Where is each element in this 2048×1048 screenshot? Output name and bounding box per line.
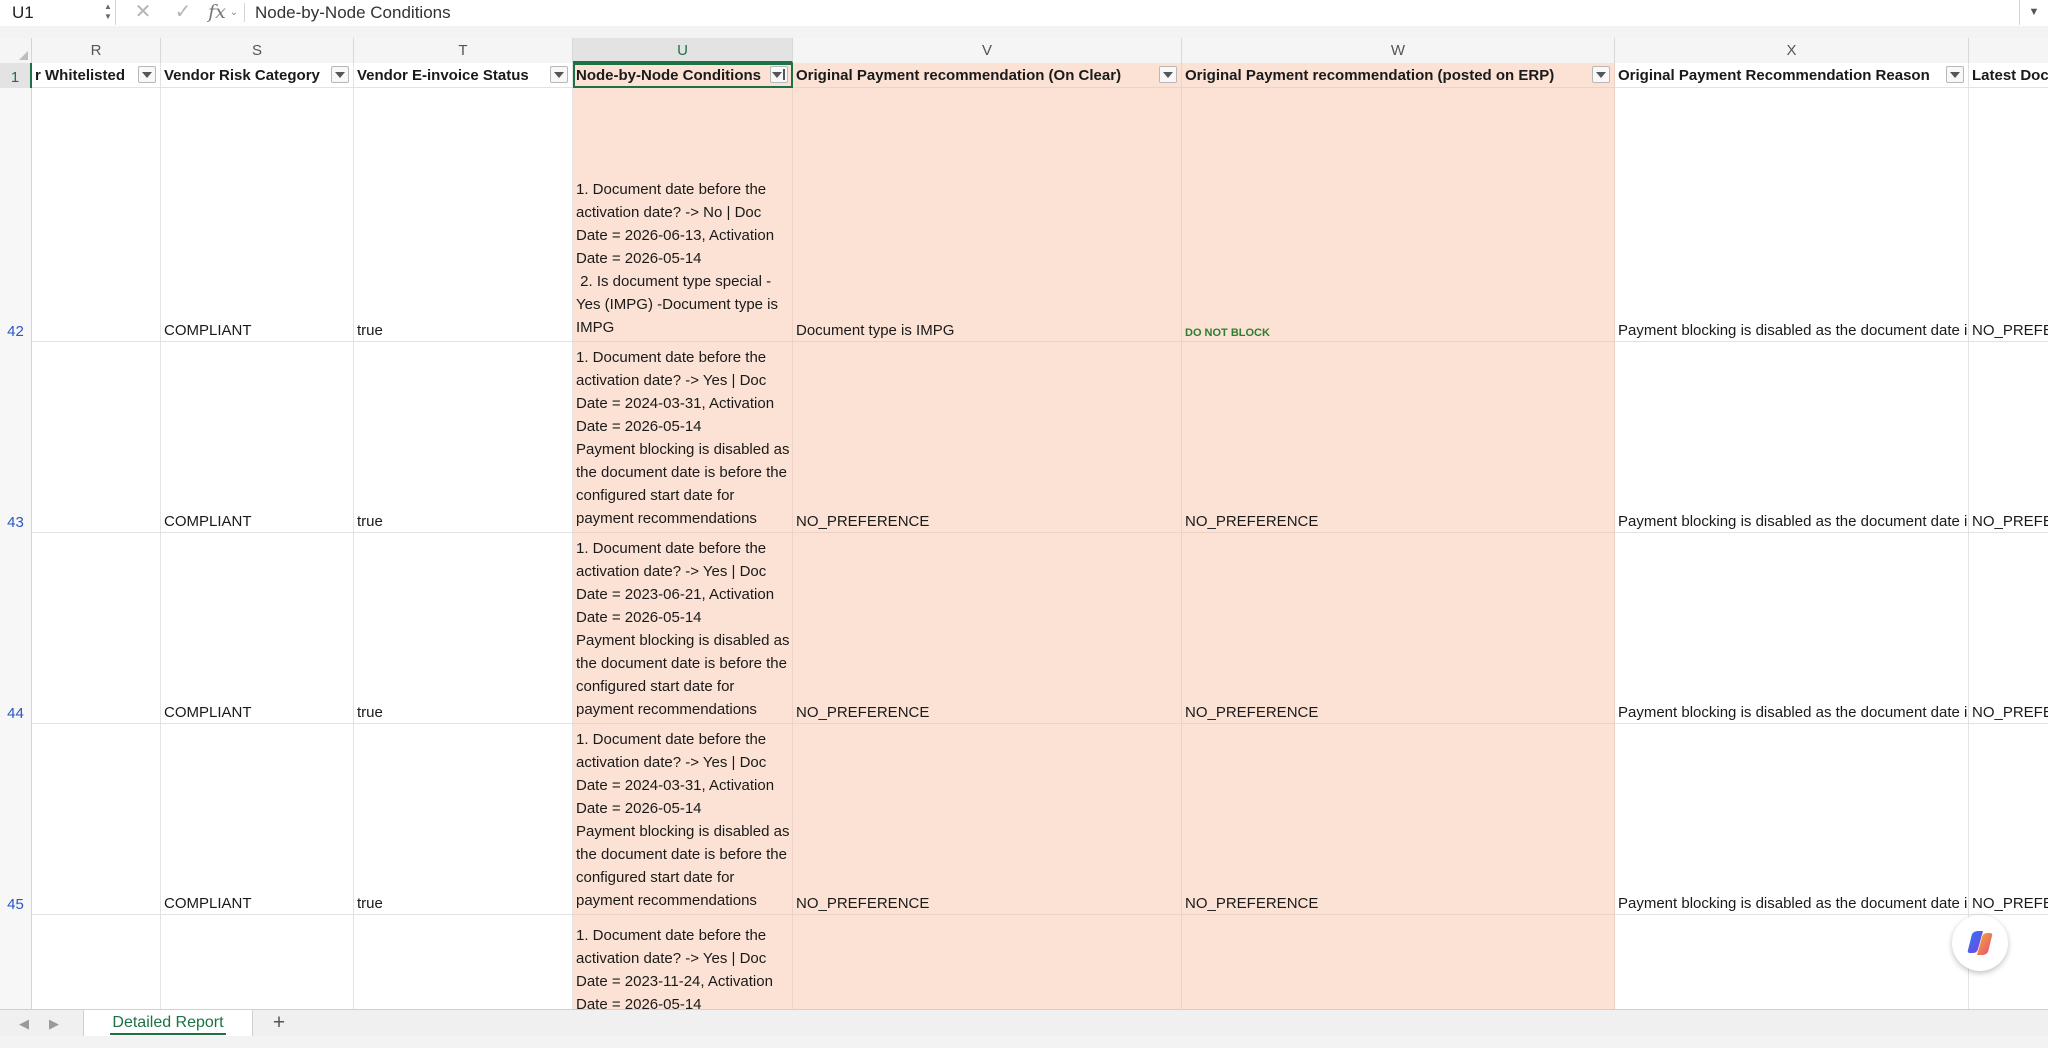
column-header-row: R S T U V W X: [0, 38, 2048, 64]
table-cell[interactable]: true: [354, 88, 573, 342]
table-cell[interactable]: Document type is IMPG: [793, 88, 1182, 342]
divider: [244, 3, 245, 22]
sheet-tab-bar: ◀ ▶ Detailed Report +: [0, 1009, 2048, 1037]
table-cell[interactable]: [1615, 915, 1969, 1009]
table-cell[interactable]: COMPLIANT: [161, 88, 354, 342]
header-cell-w[interactable]: Original Payment recommendation (posted …: [1182, 63, 1615, 88]
table-cell[interactable]: 1. Document date before the activation d…: [573, 724, 793, 915]
column-header-v[interactable]: V: [793, 38, 1182, 63]
filter-active-icon[interactable]: [770, 66, 788, 83]
table-cell[interactable]: Payment blocking is disabled as the docu…: [1615, 88, 1969, 342]
table-cell[interactable]: NO_PREFERENCE: [1969, 533, 2048, 724]
row-number[interactable]: [0, 915, 32, 1009]
active-tab-indicator: [110, 1033, 226, 1035]
select-all-corner[interactable]: [0, 38, 32, 63]
header-cell-t[interactable]: Vendor E-invoice Status: [354, 63, 573, 88]
table-cell[interactable]: 1. Document date before the activation d…: [573, 915, 793, 1009]
header-cell-v[interactable]: Original Payment recommendation (On Clea…: [793, 63, 1182, 88]
table-cell[interactable]: [32, 533, 161, 724]
name-box[interactable]: U1 ▲ ▼: [0, 0, 116, 25]
table-cell[interactable]: DO NOT BLOCK: [1182, 88, 1615, 342]
table-cell[interactable]: 1. Document date before the activation d…: [573, 342, 793, 533]
table-cell[interactable]: Payment blocking is disabled as the docu…: [1615, 342, 1969, 533]
spreadsheet-grid[interactable]: 1 r Whitelisted Vendor Risk Category Ven…: [0, 63, 2048, 1009]
header-cell-y[interactable]: Latest Docu: [1969, 63, 2048, 88]
table-cell[interactable]: 1. Document date before the activation d…: [573, 88, 793, 342]
table-cell[interactable]: [793, 915, 1182, 1009]
header-cell-x[interactable]: Original Payment Recommendation Reason: [1615, 63, 1969, 88]
filter-dropdown-icon[interactable]: [550, 66, 568, 83]
table-cell[interactable]: NO_PREFERENCE: [1182, 533, 1615, 724]
table-cell[interactable]: NO_PREFERENCE: [793, 533, 1182, 724]
table-cell[interactable]: [354, 915, 573, 1009]
row-number[interactable]: 43: [0, 342, 32, 533]
scroll-right-icon[interactable]: ▶: [44, 1010, 64, 1037]
row-number[interactable]: 42: [0, 88, 32, 342]
insert-function-icon[interactable]: fx: [204, 0, 230, 25]
table-cell[interactable]: COMPLIANT: [161, 724, 354, 915]
copilot-button[interactable]: [1952, 915, 2008, 971]
table-cell[interactable]: true: [354, 533, 573, 724]
row-number[interactable]: 1: [0, 63, 32, 88]
column-header-y[interactable]: [1969, 38, 2048, 63]
chevron-down-icon[interactable]: ⌄: [228, 0, 240, 25]
table-cell[interactable]: Payment blocking is disabled as the docu…: [1615, 533, 1969, 724]
copilot-icon: [1967, 931, 1993, 955]
filter-dropdown-icon[interactable]: [1159, 66, 1177, 83]
table-cell[interactable]: [32, 88, 161, 342]
name-box-spinner-icon[interactable]: ▲ ▼: [103, 2, 113, 22]
table-cell[interactable]: NO_PREFERENCE: [1969, 342, 2048, 533]
cancel-icon[interactable]: ✕: [130, 0, 156, 25]
header-cell-r[interactable]: r Whitelisted: [32, 63, 161, 88]
filter-dropdown-icon[interactable]: [138, 66, 156, 83]
filter-dropdown-icon[interactable]: [1592, 66, 1610, 83]
confirm-icon[interactable]: ✓: [170, 0, 196, 25]
table-cell[interactable]: true: [354, 342, 573, 533]
name-box-value: U1: [12, 3, 34, 22]
table-cell[interactable]: [32, 342, 161, 533]
scroll-left-icon[interactable]: ◀: [14, 1010, 34, 1037]
table-cell[interactable]: COMPLIANT: [161, 533, 354, 724]
table-cell[interactable]: [161, 915, 354, 1009]
table-cell[interactable]: Payment blocking is disabled as the docu…: [1615, 724, 1969, 915]
table-cell[interactable]: [32, 915, 161, 1009]
select-all-icon: [19, 51, 28, 60]
table-cell[interactable]: NO_PREFERENCE: [1182, 342, 1615, 533]
column-header-r[interactable]: R: [32, 38, 161, 63]
table-cell[interactable]: [32, 724, 161, 915]
row-number[interactable]: 45: [0, 724, 32, 915]
row-number[interactable]: 44: [0, 533, 32, 724]
table-cell[interactable]: true: [354, 724, 573, 915]
formula-input[interactable]: Node-by-Node Conditions: [255, 0, 451, 25]
table-cell[interactable]: NO_PREFERENCE: [1969, 724, 2048, 915]
column-header-w[interactable]: W: [1182, 38, 1615, 63]
filter-dropdown-icon[interactable]: [331, 66, 349, 83]
sheet-tab-label: Detailed Report: [112, 1014, 224, 1031]
status-badge: DO NOT BLOCK: [1185, 327, 1270, 339]
sheet-tab-detailed-report[interactable]: Detailed Report: [83, 1010, 253, 1037]
filter-dropdown-icon[interactable]: [1946, 66, 1964, 83]
table-cell[interactable]: COMPLIANT: [161, 342, 354, 533]
table-cell[interactable]: NO_PREFERENCE: [1969, 88, 2048, 342]
table-cell[interactable]: [1182, 915, 1615, 1009]
table-cell[interactable]: NO_PREFERENCE: [793, 724, 1182, 915]
expand-formula-bar-icon[interactable]: ▼: [2019, 0, 2048, 25]
table-cell[interactable]: NO_PREFERENCE: [793, 342, 1182, 533]
column-header-s[interactable]: S: [161, 38, 354, 63]
formula-bar: U1 ▲ ▼ ✕ ✓ fx ⌄ Node-by-Node Conditions ▼: [0, 0, 2048, 27]
column-header-t[interactable]: T: [354, 38, 573, 63]
status-bar: [0, 1036, 2048, 1048]
column-header-x[interactable]: X: [1615, 38, 1969, 63]
table-cell[interactable]: 1. Document date before the activation d…: [573, 533, 793, 724]
header-cell-s[interactable]: Vendor Risk Category: [161, 63, 354, 88]
column-header-u[interactable]: U: [573, 38, 793, 63]
add-sheet-button[interactable]: +: [266, 1010, 292, 1037]
header-cell-u[interactable]: Node-by-Node Conditions: [573, 63, 793, 88]
table-cell[interactable]: NO_PREFERENCE: [1182, 724, 1615, 915]
